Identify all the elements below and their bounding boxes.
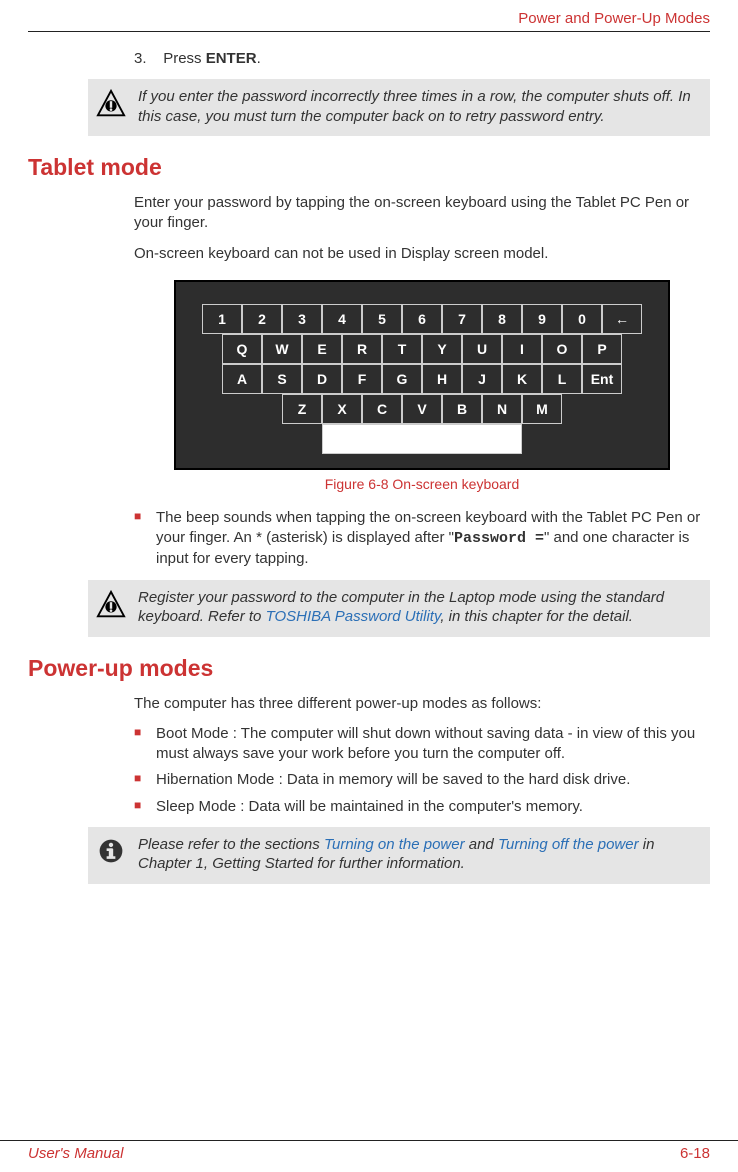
key-n: N (482, 394, 522, 424)
tablet-paragraph-2: On-screen keyboard can not be used in Di… (134, 244, 710, 264)
callout-warning-1: If you enter the password incorrectly th… (88, 79, 710, 136)
page-footer: User's Manual 6-18 (0, 1140, 738, 1172)
key-6: 6 (402, 304, 442, 334)
key-←: ← (602, 304, 642, 334)
callout-warning-2: Register your password to the computer i… (88, 580, 710, 637)
key-t: T (382, 334, 422, 364)
callout-3-pre: Please refer to the sections (138, 836, 324, 853)
key-f: F (342, 364, 382, 394)
power-bullet-0: Boot Mode : The computer will shut down … (134, 724, 710, 765)
key-9: 9 (522, 304, 562, 334)
step-text-post: . (257, 50, 261, 67)
key-7: 7 (442, 304, 482, 334)
power-bullet-1: Hibernation Mode : Data in memory will b… (134, 770, 710, 790)
key-0: 0 (562, 304, 602, 334)
key-o: O (542, 334, 582, 364)
bullet-beep-mono: Password = (454, 530, 544, 547)
callout-2-link[interactable]: TOSHIBA Password Utility (266, 608, 441, 625)
key-1: 1 (202, 304, 242, 334)
callout-2-text: Register your password to the computer i… (138, 588, 700, 627)
key-8: 8 (482, 304, 522, 334)
step-text-bold: ENTER (206, 50, 257, 67)
key-4: 4 (322, 304, 362, 334)
step-text-pre: Press (163, 50, 206, 67)
key-z: Z (282, 394, 322, 424)
key-ent: Ent (582, 364, 622, 394)
key-a: A (222, 364, 262, 394)
header-section-title: Power and Power-Up Modes (28, 10, 710, 32)
key-d: D (302, 364, 342, 394)
callout-1-text: If you enter the password incorrectly th… (138, 87, 700, 126)
key-b: B (442, 394, 482, 424)
info-icon (94, 835, 128, 865)
key-k: K (502, 364, 542, 394)
callout-3-mid: and (465, 836, 498, 853)
power-bullet-2: Sleep Mode : Data will be maintained in … (134, 797, 710, 817)
key-c: C (362, 394, 402, 424)
key-r: R (342, 334, 382, 364)
tablet-paragraph-1: Enter your password by tapping the on-sc… (134, 193, 710, 234)
figure-caption: Figure 6-8 On-screen keyboard (325, 476, 520, 492)
key-y: Y (422, 334, 462, 364)
key-i: I (502, 334, 542, 364)
key-5: 5 (362, 304, 402, 334)
heading-power-up-modes: Power-up modes (28, 655, 710, 682)
onscreen-keyboard-figure: 1234567890← QWERTYUIOP ASDFGHJKLEnt ZXCV… (174, 280, 670, 470)
key-3: 3 (282, 304, 322, 334)
key-e: E (302, 334, 342, 364)
key-j: J (462, 364, 502, 394)
power-paragraph-1: The computer has three different power-u… (134, 694, 710, 714)
warning-icon (94, 87, 128, 119)
callout-3-text: Please refer to the sections Turning on … (138, 835, 700, 874)
key-m: M (522, 394, 562, 424)
key-2: 2 (242, 304, 282, 334)
key-h: H (422, 364, 462, 394)
key-u: U (462, 334, 502, 364)
warning-icon (94, 588, 128, 620)
callout-3-link-2[interactable]: Turning off the power (498, 836, 639, 853)
bullet-beep: The beep sounds when tapping the on-scre… (134, 508, 710, 570)
callout-2-post: , in this chapter for the detail. (440, 608, 633, 625)
key-q: Q (222, 334, 262, 364)
key-l: L (542, 364, 582, 394)
key-space (322, 424, 522, 454)
key-v: V (402, 394, 442, 424)
key-p: P (582, 334, 622, 364)
callout-info: Please refer to the sections Turning on … (88, 827, 710, 884)
callout-3-link-1[interactable]: Turning on the power (324, 836, 465, 853)
key-w: W (262, 334, 302, 364)
step-3: 3. Press ENTER. (134, 50, 710, 67)
step-number: 3. (134, 50, 147, 67)
key-g: G (382, 364, 422, 394)
footer-manual-title: User's Manual (28, 1145, 123, 1162)
heading-tablet-mode: Tablet mode (28, 154, 710, 181)
key-s: S (262, 364, 302, 394)
footer-page-number: 6-18 (680, 1145, 710, 1162)
key-x: X (322, 394, 362, 424)
